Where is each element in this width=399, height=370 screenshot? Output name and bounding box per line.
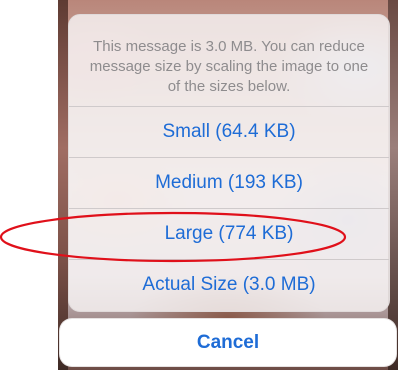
image-size-action-sheet: This message is 3.0 MB. You can reduce m…	[68, 14, 390, 312]
photo-edge-left	[58, 0, 68, 370]
option-large-button[interactable]: Large (774 KB)	[69, 208, 389, 259]
option-small-button[interactable]: Small (64.4 KB)	[69, 106, 389, 157]
option-medium-button[interactable]: Medium (193 KB)	[69, 157, 389, 208]
cancel-button[interactable]: Cancel	[60, 319, 396, 366]
screenshot-stage: This message is 3.0 MB. You can reduce m…	[0, 0, 399, 370]
option-actual-size-button[interactable]: Actual Size (3.0 MB)	[69, 259, 389, 310]
action-sheet-message: This message is 3.0 MB. You can reduce m…	[89, 38, 369, 95]
